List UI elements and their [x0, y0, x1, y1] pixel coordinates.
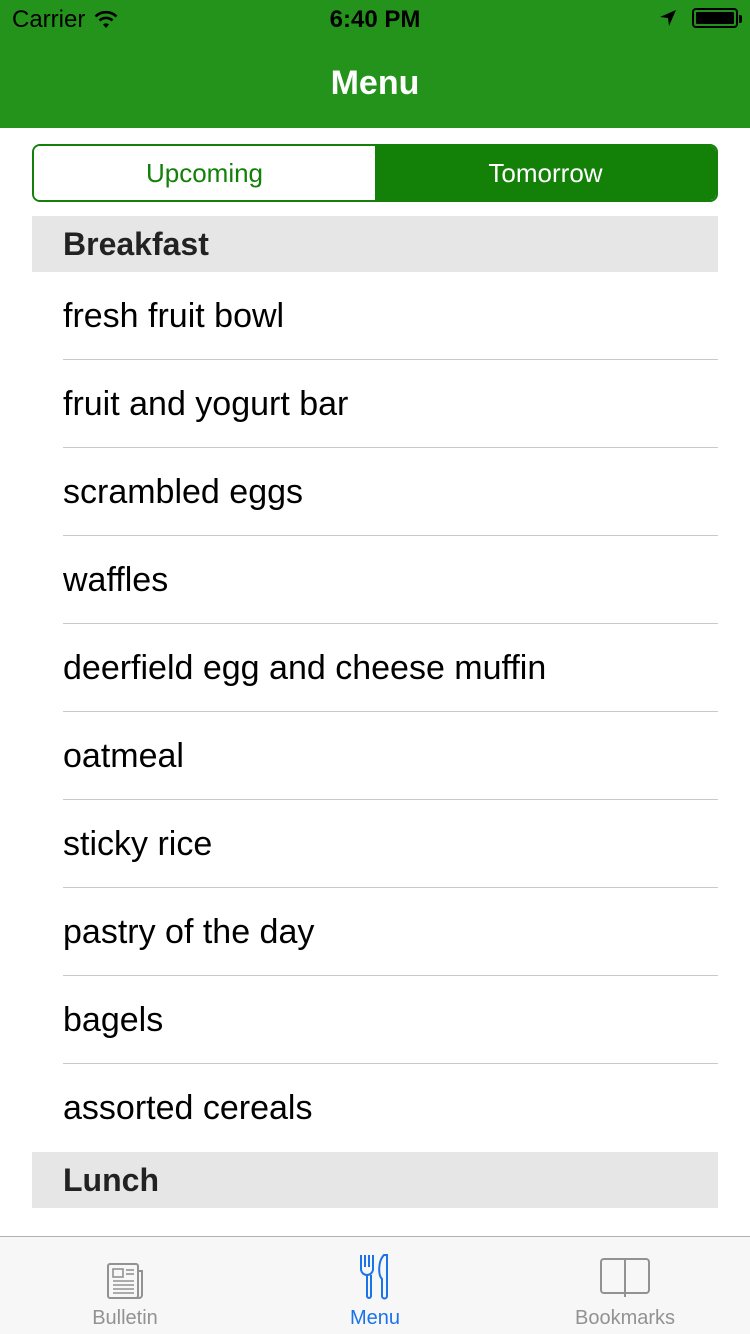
list-item[interactable]: bagels — [32, 976, 718, 1064]
list-item[interactable]: pastry of the day — [32, 888, 718, 976]
menu-item-label: deerfield egg and cheese muffin — [63, 648, 547, 687]
status-time: 6:40 PM — [329, 6, 421, 33]
menu-item-label: oatmeal — [63, 736, 184, 775]
segmented-control: Upcoming Tomorrow — [32, 144, 718, 202]
fork-knife-icon — [360, 1254, 388, 1300]
section-title: Lunch — [63, 1161, 159, 1198]
tab-menu[interactable]: Menu — [250, 1237, 500, 1334]
segment-tomorrow[interactable]: Tomorrow — [375, 146, 716, 200]
menu-item-label: bagels — [63, 1000, 164, 1039]
list-item[interactable]: sticky rice — [32, 800, 718, 888]
navigation-bar: Carrier 6:40 PM Menu — [0, 0, 750, 128]
menu-item-label: waffles — [63, 560, 169, 599]
location-arrow-icon — [660, 10, 676, 26]
page-title: Menu — [330, 64, 420, 102]
section-title: Breakfast — [63, 225, 209, 262]
battery-icon — [692, 8, 742, 28]
status-bar: Carrier 6:40 PM — [0, 0, 750, 40]
list-item[interactable]: fruit and yogurt bar — [32, 360, 718, 448]
segment-upcoming[interactable]: Upcoming — [34, 146, 375, 200]
menu-item-label: assorted cereals — [63, 1088, 313, 1127]
list-item[interactable]: deerfield egg and cheese muffin — [32, 624, 718, 712]
menu-item-label: fruit and yogurt bar — [63, 384, 349, 423]
list-item[interactable]: assorted cereals — [32, 1064, 718, 1152]
book-icon — [600, 1258, 650, 1297]
tab-label: Menu — [349, 1307, 401, 1329]
menu-item-label: scrambled eggs — [63, 472, 304, 511]
list-item[interactable]: waffles — [32, 536, 718, 624]
tab-label: Bookmarks — [574, 1307, 676, 1329]
list-item[interactable]: oatmeal — [32, 712, 718, 800]
menu-item-label: sticky rice — [63, 824, 213, 863]
tab-label: Bulletin — [92, 1307, 158, 1329]
tab-bookmarks[interactable]: Bookmarks — [500, 1237, 750, 1334]
menu-item-label: fresh fruit bowl — [63, 296, 285, 335]
newspaper-icon — [107, 1263, 143, 1299]
tab-bar: Bulletin Menu Bookmarks — [0, 1236, 750, 1334]
tab-bulletin[interactable]: Bulletin — [0, 1237, 250, 1334]
section-header-lunch: Lunch — [32, 1152, 718, 1208]
list-item[interactable]: fresh fruit bowl — [32, 272, 718, 360]
section-header-breakfast: Breakfast — [32, 216, 718, 272]
list-item[interactable]: scrambled eggs — [32, 448, 718, 536]
menu-item-label: pastry of the day — [63, 912, 315, 951]
